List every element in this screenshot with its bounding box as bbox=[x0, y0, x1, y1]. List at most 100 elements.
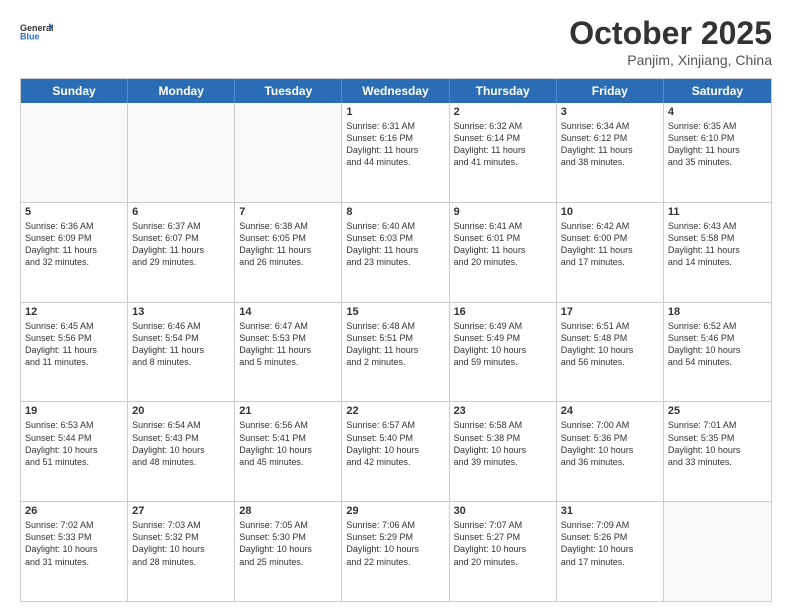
calendar-cell-28: 28Sunrise: 7:05 AM Sunset: 5:30 PM Dayli… bbox=[235, 502, 342, 601]
calendar-cell-empty-0-1 bbox=[128, 103, 235, 202]
calendar-cell-1: 1Sunrise: 6:31 AM Sunset: 6:16 PM Daylig… bbox=[342, 103, 449, 202]
day-number: 25 bbox=[668, 405, 767, 417]
cell-content: Sunrise: 6:36 AM Sunset: 6:09 PM Dayligh… bbox=[25, 220, 123, 269]
calendar-cell-12: 12Sunrise: 6:45 AM Sunset: 5:56 PM Dayli… bbox=[21, 303, 128, 402]
calendar-cell-18: 18 Sunrise: 6:52 AM Sunset: 5:46 PM Dayli… bbox=[664, 303, 771, 402]
calendar-cell-29: 29Sunrise: 7:06 AM Sunset: 5:29 PM Dayli… bbox=[342, 502, 449, 601]
day-number: 6 bbox=[132, 206, 230, 218]
calendar-cell-24: 24 Sunrise: 7:00 AM Sunset: 5:36 PM Dayli… bbox=[557, 402, 664, 501]
day-number: 26 bbox=[25, 505, 123, 517]
cell-content: Sunrise: 6:51 AM Sunset: 5:48 PM Dayligh… bbox=[561, 320, 659, 369]
header-day-thursday: Thursday bbox=[450, 79, 557, 103]
calendar-header: SundayMondayTuesdayWednesdayThursdayFrid… bbox=[21, 79, 771, 103]
day-number: 23 bbox=[454, 405, 552, 417]
svg-text:Blue: Blue bbox=[20, 32, 40, 42]
title-block: October 2025 Panjim, Xinjiang, China bbox=[569, 15, 772, 68]
header-day-friday: Friday bbox=[557, 79, 664, 103]
calendar-cell-7: 7 Sunrise: 6:38 AM Sunset: 6:05 PM Daylig… bbox=[235, 203, 342, 302]
calendar-cell-26: 26 Sunrise: 7:02 AM Sunset: 5:33 PM Dayli… bbox=[21, 502, 128, 601]
day-number: 2 bbox=[454, 106, 552, 118]
calendar-page: General Blue October 2025 Panjim, Xinjia… bbox=[0, 0, 792, 612]
calendar-cell-30: 30 Sunrise: 7:07 AM Sunset: 5:27 PM Dayli… bbox=[450, 502, 557, 601]
day-number: 17 bbox=[561, 306, 659, 318]
day-number: 7 bbox=[239, 206, 337, 218]
cell-content: Sunrise: 6:58 AM Sunset: 5:38 PM Dayligh… bbox=[454, 419, 552, 468]
cell-content: Sunrise: 6:52 AM Sunset: 5:46 PM Dayligh… bbox=[668, 320, 767, 369]
calendar-week-1: 1Sunrise: 6:31 AM Sunset: 6:16 PM Daylig… bbox=[21, 103, 771, 202]
cell-content: Sunrise: 6:54 AM Sunset: 5:43 PM Dayligh… bbox=[132, 419, 230, 468]
day-number: 15 bbox=[346, 306, 444, 318]
calendar-cell-5: 5 Sunrise: 6:36 AM Sunset: 6:09 PM Daylig… bbox=[21, 203, 128, 302]
header-day-sunday: Sunday bbox=[21, 79, 128, 103]
calendar-week-2: 5 Sunrise: 6:36 AM Sunset: 6:09 PM Daylig… bbox=[21, 202, 771, 302]
calendar-week-5: 26 Sunrise: 7:02 AM Sunset: 5:33 PM Dayli… bbox=[21, 501, 771, 601]
day-number: 4 bbox=[668, 106, 767, 118]
cell-content: Sunrise: 6:46 AM Sunset: 5:54 PM Dayligh… bbox=[132, 320, 230, 369]
day-number: 16 bbox=[454, 306, 552, 318]
month-title: October 2025 bbox=[569, 15, 772, 52]
calendar-cell-15: 15 Sunrise: 6:48 AM Sunset: 5:51 PM Dayli… bbox=[342, 303, 449, 402]
cell-content: Sunrise: 7:07 AM Sunset: 5:27 PM Dayligh… bbox=[454, 519, 552, 568]
calendar-week-3: 12Sunrise: 6:45 AM Sunset: 5:56 PM Dayli… bbox=[21, 302, 771, 402]
day-number: 21 bbox=[239, 405, 337, 417]
cell-content: Sunrise: 7:03 AM Sunset: 5:32 PM Dayligh… bbox=[132, 519, 230, 568]
cell-content: Sunrise: 7:00 AM Sunset: 5:36 PM Dayligh… bbox=[561, 419, 659, 468]
calendar-cell-19: 19Sunrise: 6:53 AM Sunset: 5:44 PM Dayli… bbox=[21, 402, 128, 501]
calendar: SundayMondayTuesdayWednesdayThursdayFrid… bbox=[20, 78, 772, 602]
cell-content: Sunrise: 6:56 AM Sunset: 5:41 PM Dayligh… bbox=[239, 419, 337, 468]
cell-content: Sunrise: 6:48 AM Sunset: 5:51 PM Dayligh… bbox=[346, 320, 444, 369]
day-number: 24 bbox=[561, 405, 659, 417]
day-number: 29 bbox=[346, 505, 444, 517]
day-number: 9 bbox=[454, 206, 552, 218]
cell-content: Sunrise: 6:42 AM Sunset: 6:00 PM Dayligh… bbox=[561, 220, 659, 269]
calendar-cell-22: 22 Sunrise: 6:57 AM Sunset: 5:40 PM Dayli… bbox=[342, 402, 449, 501]
cell-content: Sunrise: 6:41 AM Sunset: 6:01 PM Dayligh… bbox=[454, 220, 552, 269]
day-number: 8 bbox=[346, 206, 444, 218]
calendar-cell-empty-0-0 bbox=[21, 103, 128, 202]
day-number: 3 bbox=[561, 106, 659, 118]
day-number: 27 bbox=[132, 505, 230, 517]
day-number: 31 bbox=[561, 505, 659, 517]
header-day-monday: Monday bbox=[128, 79, 235, 103]
location-subtitle: Panjim, Xinjiang, China bbox=[569, 52, 772, 68]
calendar-cell-3: 3Sunrise: 6:34 AM Sunset: 6:12 PM Daylig… bbox=[557, 103, 664, 202]
logo-svg: General Blue bbox=[20, 15, 54, 49]
logo: General Blue bbox=[20, 15, 54, 49]
day-number: 20 bbox=[132, 405, 230, 417]
cell-content: Sunrise: 6:43 AM Sunset: 5:58 PM Dayligh… bbox=[668, 220, 767, 269]
cell-content: Sunrise: 6:49 AM Sunset: 5:49 PM Dayligh… bbox=[454, 320, 552, 369]
calendar-cell-17: 17 Sunrise: 6:51 AM Sunset: 5:48 PM Dayli… bbox=[557, 303, 664, 402]
calendar-cell-27: 27 Sunrise: 7:03 AM Sunset: 5:32 PM Dayli… bbox=[128, 502, 235, 601]
header-day-tuesday: Tuesday bbox=[235, 79, 342, 103]
cell-content: Sunrise: 6:32 AM Sunset: 6:14 PM Dayligh… bbox=[454, 120, 552, 169]
cell-content: Sunrise: 6:40 AM Sunset: 6:03 PM Dayligh… bbox=[346, 220, 444, 269]
day-number: 11 bbox=[668, 206, 767, 218]
cell-content: Sunrise: 7:05 AM Sunset: 5:30 PM Dayligh… bbox=[239, 519, 337, 568]
calendar-cell-empty-0-2 bbox=[235, 103, 342, 202]
day-number: 13 bbox=[132, 306, 230, 318]
day-number: 30 bbox=[454, 505, 552, 517]
cell-content: Sunrise: 6:35 AM Sunset: 6:10 PM Dayligh… bbox=[668, 120, 767, 169]
calendar-cell-8: 8 Sunrise: 6:40 AM Sunset: 6:03 PM Daylig… bbox=[342, 203, 449, 302]
cell-content: Sunrise: 7:09 AM Sunset: 5:26 PM Dayligh… bbox=[561, 519, 659, 568]
day-number: 14 bbox=[239, 306, 337, 318]
page-header: General Blue October 2025 Panjim, Xinjia… bbox=[20, 15, 772, 68]
day-number: 18 bbox=[668, 306, 767, 318]
calendar-body: 1Sunrise: 6:31 AM Sunset: 6:16 PM Daylig… bbox=[21, 103, 771, 601]
calendar-cell-11: 11 Sunrise: 6:43 AM Sunset: 5:58 PM Dayli… bbox=[664, 203, 771, 302]
cell-content: Sunrise: 6:37 AM Sunset: 6:07 PM Dayligh… bbox=[132, 220, 230, 269]
day-number: 19 bbox=[25, 405, 123, 417]
day-number: 5 bbox=[25, 206, 123, 218]
calendar-cell-6: 6 Sunrise: 6:37 AM Sunset: 6:07 PM Daylig… bbox=[128, 203, 235, 302]
cell-content: Sunrise: 6:47 AM Sunset: 5:53 PM Dayligh… bbox=[239, 320, 337, 369]
cell-content: Sunrise: 7:02 AM Sunset: 5:33 PM Dayligh… bbox=[25, 519, 123, 568]
day-number: 22 bbox=[346, 405, 444, 417]
cell-content: Sunrise: 6:38 AM Sunset: 6:05 PM Dayligh… bbox=[239, 220, 337, 269]
calendar-cell-13: 13 Sunrise: 6:46 AM Sunset: 5:54 PM Dayli… bbox=[128, 303, 235, 402]
calendar-cell-14: 14 Sunrise: 6:47 AM Sunset: 5:53 PM Dayli… bbox=[235, 303, 342, 402]
day-number: 10 bbox=[561, 206, 659, 218]
header-day-wednesday: Wednesday bbox=[342, 79, 449, 103]
cell-content: Sunrise: 6:57 AM Sunset: 5:40 PM Dayligh… bbox=[346, 419, 444, 468]
cell-content: Sunrise: 6:45 AM Sunset: 5:56 PM Dayligh… bbox=[25, 320, 123, 369]
calendar-cell-31: 31 Sunrise: 7:09 AM Sunset: 5:26 PM Dayli… bbox=[557, 502, 664, 601]
